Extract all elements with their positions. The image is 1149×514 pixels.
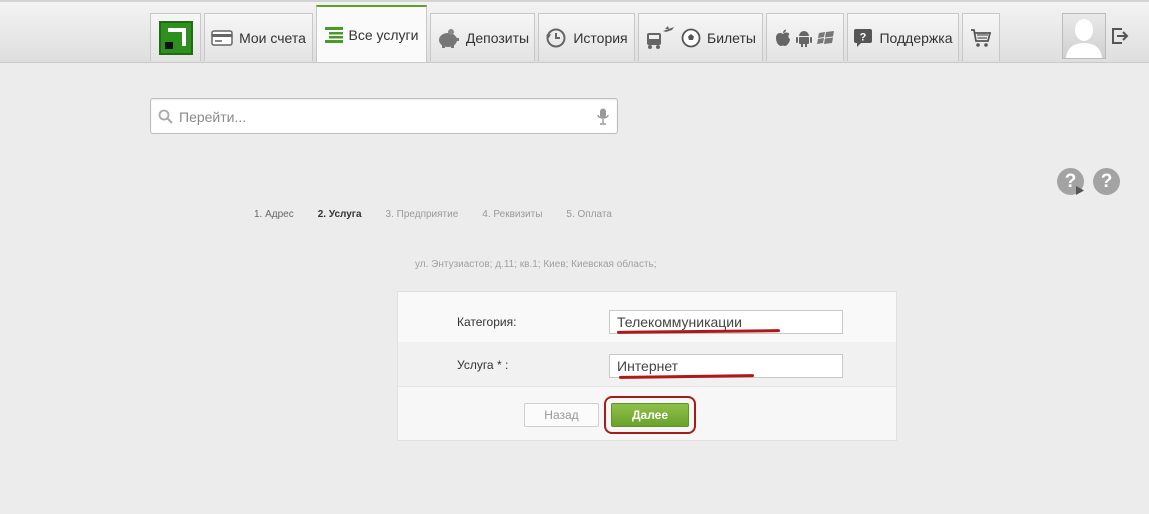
tab-apps[interactable]	[766, 13, 844, 61]
search-input[interactable]	[177, 99, 581, 135]
ball-icon	[681, 28, 701, 47]
tab-support-label: Поддержка	[879, 29, 953, 46]
apple-icon	[776, 29, 790, 46]
tab-all-services[interactable]: Все услуги	[316, 5, 427, 62]
category-row: Категория: Телекоммуникации	[398, 292, 896, 343]
next-button[interactable]: Далее	[611, 403, 689, 427]
step-provider: 3. Предприятие	[385, 209, 459, 220]
windows-icon	[817, 30, 834, 44]
tab-deposits-label: Депозиты	[465, 29, 530, 46]
avatar-icon	[1066, 19, 1102, 58]
tab-deposits[interactable]: Депозиты	[430, 13, 535, 61]
tab-my-accounts-label: Мои счета	[239, 29, 306, 46]
avatar[interactable]	[1062, 13, 1106, 59]
piggy-bank-icon	[438, 28, 459, 48]
address-text: ул. Энтузиастов; д.11; кв.1; Киев; Киевс…	[415, 259, 657, 270]
card-icon	[211, 29, 233, 46]
tab-history[interactable]: История	[538, 13, 635, 61]
wizard-steps: 1. Адрес 2. Услуга 3. Предприятие 4. Рек…	[254, 209, 636, 220]
top-border	[0, 0, 1149, 2]
tab-cart[interactable]	[962, 13, 1000, 61]
history-clock-icon	[546, 28, 566, 47]
play-icon	[1076, 186, 1084, 195]
list-icon	[324, 26, 343, 43]
service-label: Услуга * :	[457, 358, 509, 372]
tab-support[interactable]: ? Поддержка	[847, 13, 959, 61]
step-service: 2. Услуга	[317, 209, 362, 220]
help-symbol: ?	[1100, 170, 1113, 192]
transport-icon	[647, 25, 674, 49]
step-details: 4. Реквизиты	[482, 209, 543, 220]
android-icon	[796, 30, 812, 47]
category-label: Категория:	[457, 315, 517, 329]
svg-text:?: ?	[860, 31, 867, 43]
help-video-symbol: ?	[1064, 170, 1077, 192]
top-navigation-bar: Мои счета Все услуги Депозиты История Би…	[0, 0, 1149, 63]
logout-icon[interactable]	[1110, 26, 1130, 46]
help-button[interactable]: ?	[1093, 168, 1120, 195]
cart-icon	[971, 28, 992, 47]
tab-tickets-label: Билеты	[707, 29, 756, 46]
question-icon: ?	[854, 28, 873, 47]
step-address[interactable]: 1. Адрес	[254, 209, 294, 220]
search-box	[150, 98, 618, 135]
search-icon	[158, 109, 173, 124]
step-payment: 5. Оплата	[566, 209, 612, 220]
microphone-icon[interactable]	[597, 108, 609, 125]
tab-history-label: История	[573, 29, 628, 46]
bank-logo-icon	[158, 20, 193, 55]
home-logo-tab[interactable]	[150, 13, 201, 61]
tab-all-services-label: Все услуги	[348, 26, 419, 43]
back-button[interactable]: Назад	[524, 403, 599, 427]
service-row: Услуга * : Интернет	[398, 342, 896, 387]
service-highlight-underline	[618, 374, 755, 379]
tab-tickets[interactable]: Билеты	[638, 13, 763, 61]
tab-my-accounts[interactable]: Мои счета	[204, 13, 313, 61]
service-form: Категория: Телекоммуникации Услуга * : И…	[397, 291, 897, 441]
